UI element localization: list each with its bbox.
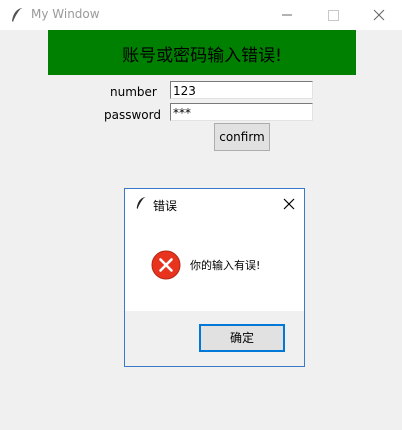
- maximize-button[interactable]: [310, 0, 356, 30]
- close-icon: [373, 9, 385, 21]
- window-titlebar[interactable]: My Window: [0, 0, 402, 30]
- password-label: password: [104, 108, 161, 122]
- dialog-titlebar[interactable]: 错误: [125, 189, 304, 219]
- number-input[interactable]: 123: [170, 81, 313, 99]
- maximize-icon: [328, 10, 339, 21]
- number-label: number: [110, 85, 157, 99]
- close-icon: [283, 198, 295, 210]
- feather-icon: [136, 197, 146, 209]
- error-dialog: 错误 你的输入有误! 确定: [124, 188, 305, 367]
- window-title: My Window: [31, 7, 100, 21]
- password-input[interactable]: ***: [170, 103, 313, 121]
- dialog-message: 你的输入有误!: [190, 259, 261, 272]
- error-icon: [151, 250, 181, 280]
- main-window: My Window 账号或密码输入错误! number 123 password…: [0, 0, 402, 430]
- dialog-title: 错误: [153, 199, 178, 213]
- confirm-button[interactable]: confirm: [214, 123, 270, 151]
- error-banner: 账号或密码输入错误!: [48, 30, 356, 75]
- banner-text: 账号或密码输入错误!: [122, 46, 282, 66]
- minimize-button[interactable]: [264, 0, 310, 30]
- ok-button[interactable]: 确定: [199, 324, 285, 352]
- feather-icon: [12, 8, 22, 22]
- close-button[interactable]: [356, 0, 402, 30]
- dialog-body: 你的输入有误!: [125, 219, 304, 311]
- dialog-close-button[interactable]: [277, 192, 301, 216]
- minimize-icon: [282, 14, 292, 16]
